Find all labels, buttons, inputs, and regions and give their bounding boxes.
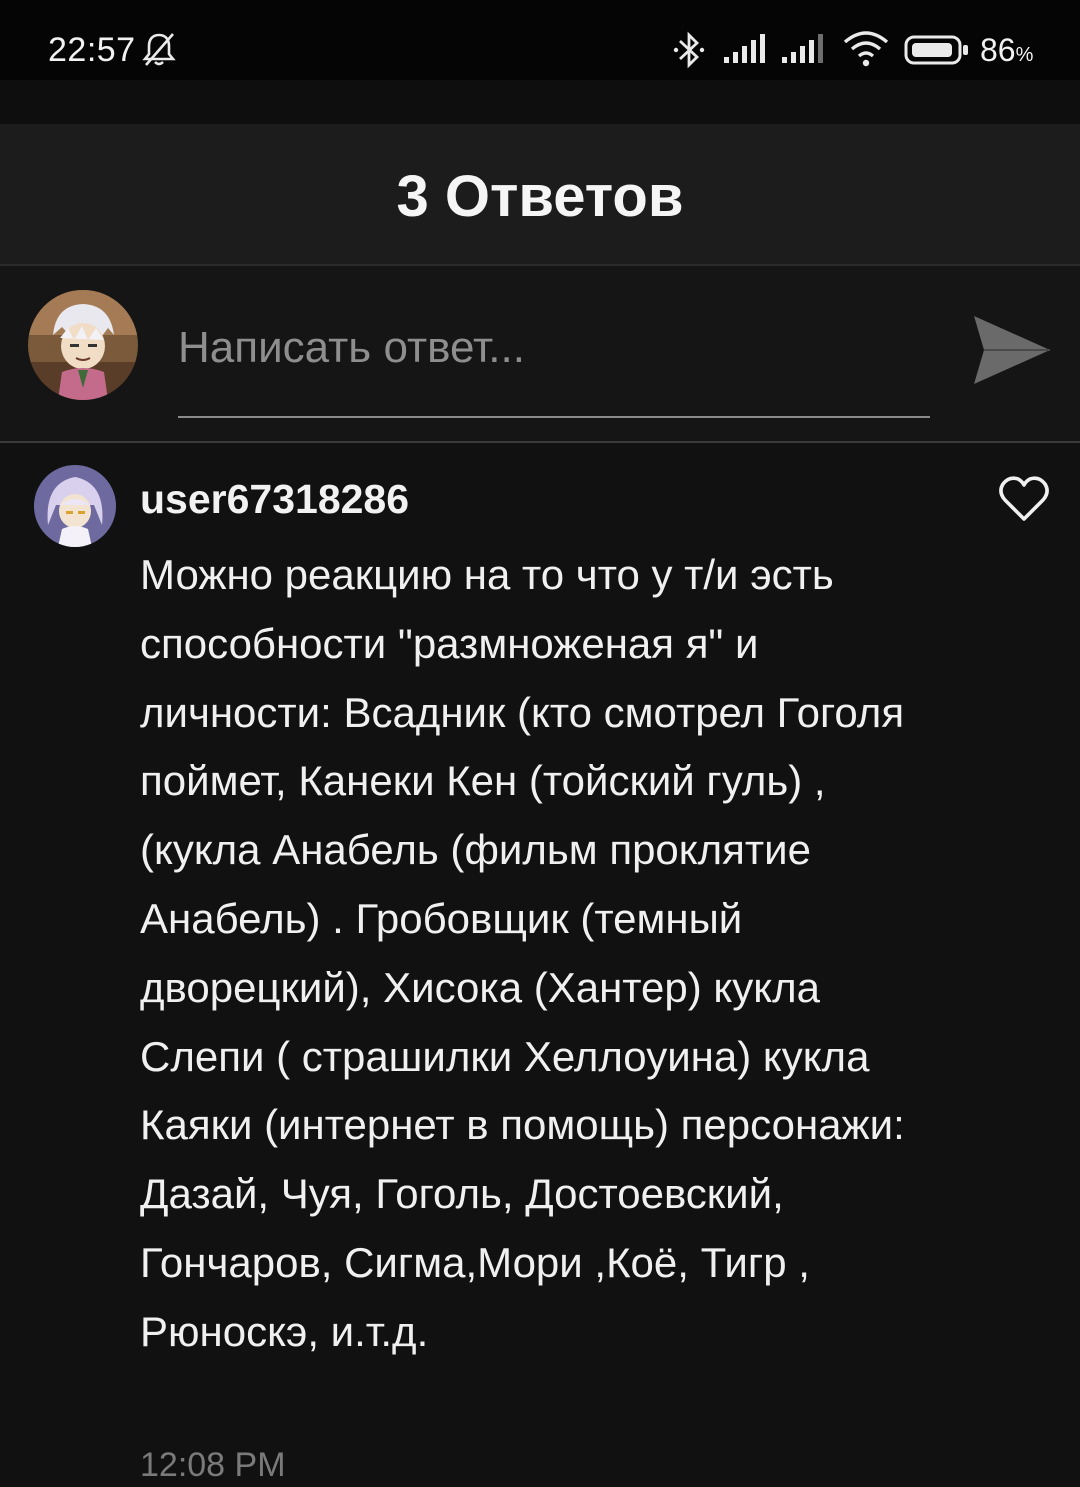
comment-timestamp: 12:08 PM xyxy=(140,1446,286,1484)
avatar-image xyxy=(34,465,116,547)
page-title: 3 Ответов xyxy=(396,164,684,229)
status-bar: 22:57 86% xyxy=(0,0,1080,80)
bluetooth-icon xyxy=(673,31,705,69)
send-icon xyxy=(974,316,1050,384)
status-spacer xyxy=(0,80,1080,124)
heart-outline-icon xyxy=(999,476,1049,521)
battery-percent: 86% xyxy=(980,32,1034,68)
comment-text: Можно реакцию на то что у т/и эсть спосо… xyxy=(140,551,905,1355)
avatar-image xyxy=(28,290,138,400)
wifi-icon xyxy=(843,31,889,67)
signal-icon xyxy=(782,34,823,63)
mute-bell-icon xyxy=(142,33,176,66)
avatar[interactable] xyxy=(34,465,116,547)
like-button[interactable] xyxy=(998,475,1050,523)
comment-list: user67318286 Можно реакцию на то что у т… xyxy=(0,443,1080,1484)
comment-username[interactable]: user67318286 xyxy=(140,473,409,525)
status-time: 22:57 xyxy=(48,31,136,69)
battery-icon xyxy=(904,35,968,65)
reply-composer xyxy=(0,266,1080,443)
avatar[interactable] xyxy=(28,290,138,400)
signal-icon xyxy=(724,34,765,63)
replies-header: 3 Ответов xyxy=(0,124,1080,266)
send-button[interactable] xyxy=(966,310,1056,396)
reply-input[interactable] xyxy=(178,314,930,418)
